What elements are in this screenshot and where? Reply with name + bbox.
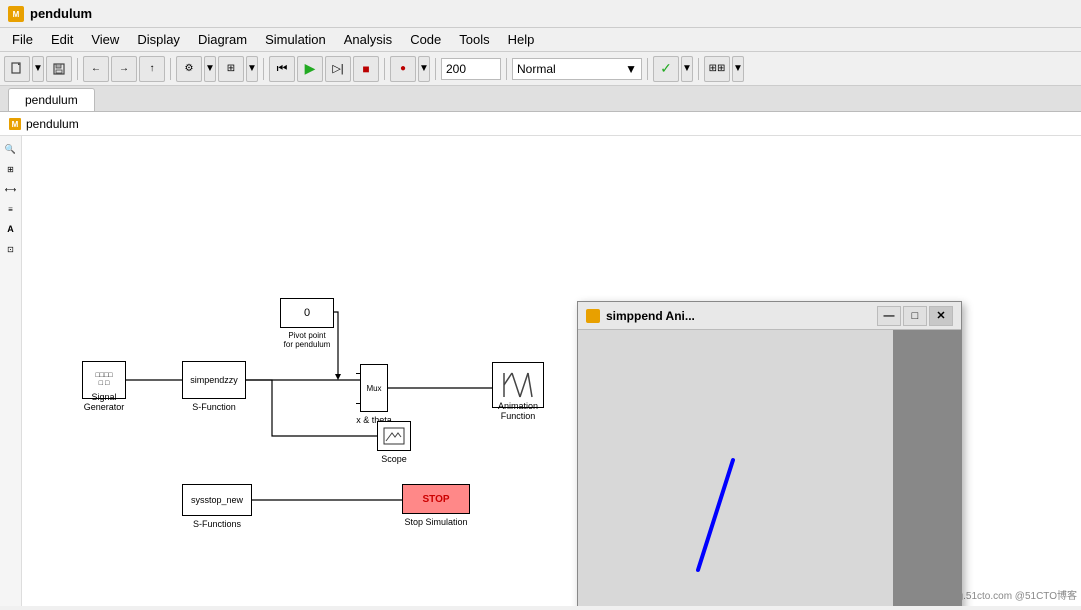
- popup-title: simppend Ani...: [606, 309, 875, 323]
- scope-block[interactable]: Scope: [377, 421, 411, 451]
- tool-6[interactable]: ⊡: [2, 240, 20, 258]
- pivot-block[interactable]: 0 Pivot pointfor pendulum: [280, 298, 334, 328]
- main-area: 🔍 ⊞ ⟷ ≡ A ⊡: [0, 136, 1081, 606]
- stop-sim-text: STOP: [422, 494, 449, 505]
- sep1: [77, 58, 78, 80]
- menu-analysis[interactable]: Analysis: [336, 30, 400, 49]
- stop-sim-label: Stop Simulation: [404, 517, 467, 527]
- popup-close-button[interactable]: ✕: [929, 306, 953, 326]
- menu-display[interactable]: Display: [129, 30, 188, 49]
- canvas-area: □□□□ □ □ SignalGenerator simpendzzy S-Fu…: [22, 136, 1081, 606]
- tool-3[interactable]: ⟷: [2, 180, 20, 198]
- popup-animation-canvas: [578, 330, 893, 606]
- sysstop-label: S-Functions: [193, 519, 241, 529]
- menu-tools[interactable]: Tools: [451, 30, 497, 49]
- sim-mode-value: Normal: [517, 62, 556, 76]
- pivot-label: Pivot pointfor pendulum: [284, 331, 331, 349]
- play-button[interactable]: ▶: [297, 56, 323, 82]
- mux-block[interactable]: Mux x & theta: [360, 364, 388, 412]
- sim-mode-dropdown[interactable]: Normal ▼: [512, 58, 642, 80]
- popup-window: simppend Ani... — □ ✕ Close: [577, 301, 962, 606]
- scope-label: Scope: [381, 454, 407, 464]
- signal-generator-block[interactable]: □□□□ □ □ SignalGenerator: [82, 361, 126, 399]
- forward-button[interactable]: →: [111, 56, 137, 82]
- sep7: [647, 58, 648, 80]
- breadcrumb: pendulum: [26, 117, 79, 131]
- sep4: [384, 58, 385, 80]
- record-button[interactable]: ●: [390, 56, 416, 82]
- simpendzzy-text: simpendzzy: [190, 375, 238, 385]
- sep3: [263, 58, 264, 80]
- menu-help[interactable]: Help: [500, 30, 543, 49]
- new-button[interactable]: [4, 56, 30, 82]
- dropdown-arrow-check[interactable]: ▼: [681, 56, 693, 82]
- save-button[interactable]: [46, 56, 72, 82]
- simpendzzy-block[interactable]: simpendzzy S-Function: [182, 361, 246, 399]
- check-button[interactable]: ✓: [653, 56, 679, 82]
- popup-minimize-button[interactable]: —: [877, 306, 901, 326]
- popup-titlebar: simppend Ani... — □ ✕: [578, 302, 961, 330]
- menu-file[interactable]: File: [4, 30, 41, 49]
- menu-diagram[interactable]: Diagram: [190, 30, 255, 49]
- breadcrumb-bar: M pendulum: [0, 112, 1081, 136]
- tool-2[interactable]: ⊞: [2, 160, 20, 178]
- svg-text:M: M: [13, 10, 20, 19]
- dropdown-arrow-record[interactable]: ▼: [418, 56, 430, 82]
- zoom-in-tool[interactable]: 🔍: [2, 140, 20, 158]
- settings-button[interactable]: ⚙: [176, 56, 202, 82]
- tool-4[interactable]: ≡: [2, 200, 20, 218]
- popup-maximize-button[interactable]: □: [903, 306, 927, 326]
- simpendzzy-label: S-Function: [192, 402, 236, 412]
- pivot-value: 0: [304, 307, 310, 319]
- apps-button[interactable]: ⊞⊞: [704, 56, 730, 82]
- popup-sidebar: Close: [893, 330, 961, 606]
- dropdown-arrow-apps[interactable]: ▼: [732, 56, 744, 82]
- back-button[interactable]: ←: [83, 56, 109, 82]
- menu-view[interactable]: View: [83, 30, 127, 49]
- title-bar: M pendulum: [0, 0, 1081, 28]
- menu-code[interactable]: Code: [402, 30, 449, 49]
- dropdown-arrow-grid[interactable]: ▼: [246, 56, 258, 82]
- popup-icon: [586, 309, 600, 323]
- menu-simulation[interactable]: Simulation: [257, 30, 334, 49]
- animation-function-block[interactable]: AnimationFunction: [492, 362, 544, 408]
- dropdown-arrow-mode: ▼: [625, 62, 637, 76]
- dropdown-arrow-new[interactable]: ▼: [32, 56, 44, 82]
- tab-pendulum[interactable]: pendulum: [8, 88, 95, 111]
- menu-bar: File Edit View Display Diagram Simulatio…: [0, 28, 1081, 52]
- grid-button[interactable]: ⊞: [218, 56, 244, 82]
- animation-function-label: AnimationFunction: [498, 401, 538, 421]
- step-back-button[interactable]: ⏮: [269, 56, 295, 82]
- sep8: [698, 58, 699, 80]
- menu-edit[interactable]: Edit: [43, 30, 81, 49]
- window-title: pendulum: [30, 6, 92, 21]
- up-button[interactable]: ↑: [139, 56, 165, 82]
- mux-text: Mux: [366, 384, 381, 393]
- pendulum-svg: [578, 330, 893, 606]
- sim-time-input[interactable]: [441, 58, 501, 80]
- toolbar: ▼ ← → ↑ ⚙ ▼ ⊞ ▼ ⏮ ▶ ▷| ■ ● ▼ Normal ▼ ✓ …: [0, 52, 1081, 86]
- app-icon: M: [8, 6, 24, 22]
- step-forward-button[interactable]: ▷|: [325, 56, 351, 82]
- svg-text:M: M: [12, 120, 19, 129]
- tab-bar: pendulum: [0, 86, 1081, 112]
- text-tool[interactable]: A: [2, 220, 20, 238]
- stop-button[interactable]: ■: [353, 56, 379, 82]
- sep5: [435, 58, 436, 80]
- sysstop-block[interactable]: sysstop_new S-Functions: [182, 484, 252, 516]
- left-tools: 🔍 ⊞ ⟷ ≡ A ⊡: [0, 136, 22, 606]
- signal-generator-label: SignalGenerator: [84, 392, 125, 412]
- sysstop-text: sysstop_new: [191, 495, 243, 505]
- sep6: [506, 58, 507, 80]
- sep2: [170, 58, 171, 80]
- popup-content: Close: [578, 330, 961, 606]
- stop-simulation-block[interactable]: STOP Stop Simulation: [402, 484, 470, 514]
- dropdown-arrow-settings[interactable]: ▼: [204, 56, 216, 82]
